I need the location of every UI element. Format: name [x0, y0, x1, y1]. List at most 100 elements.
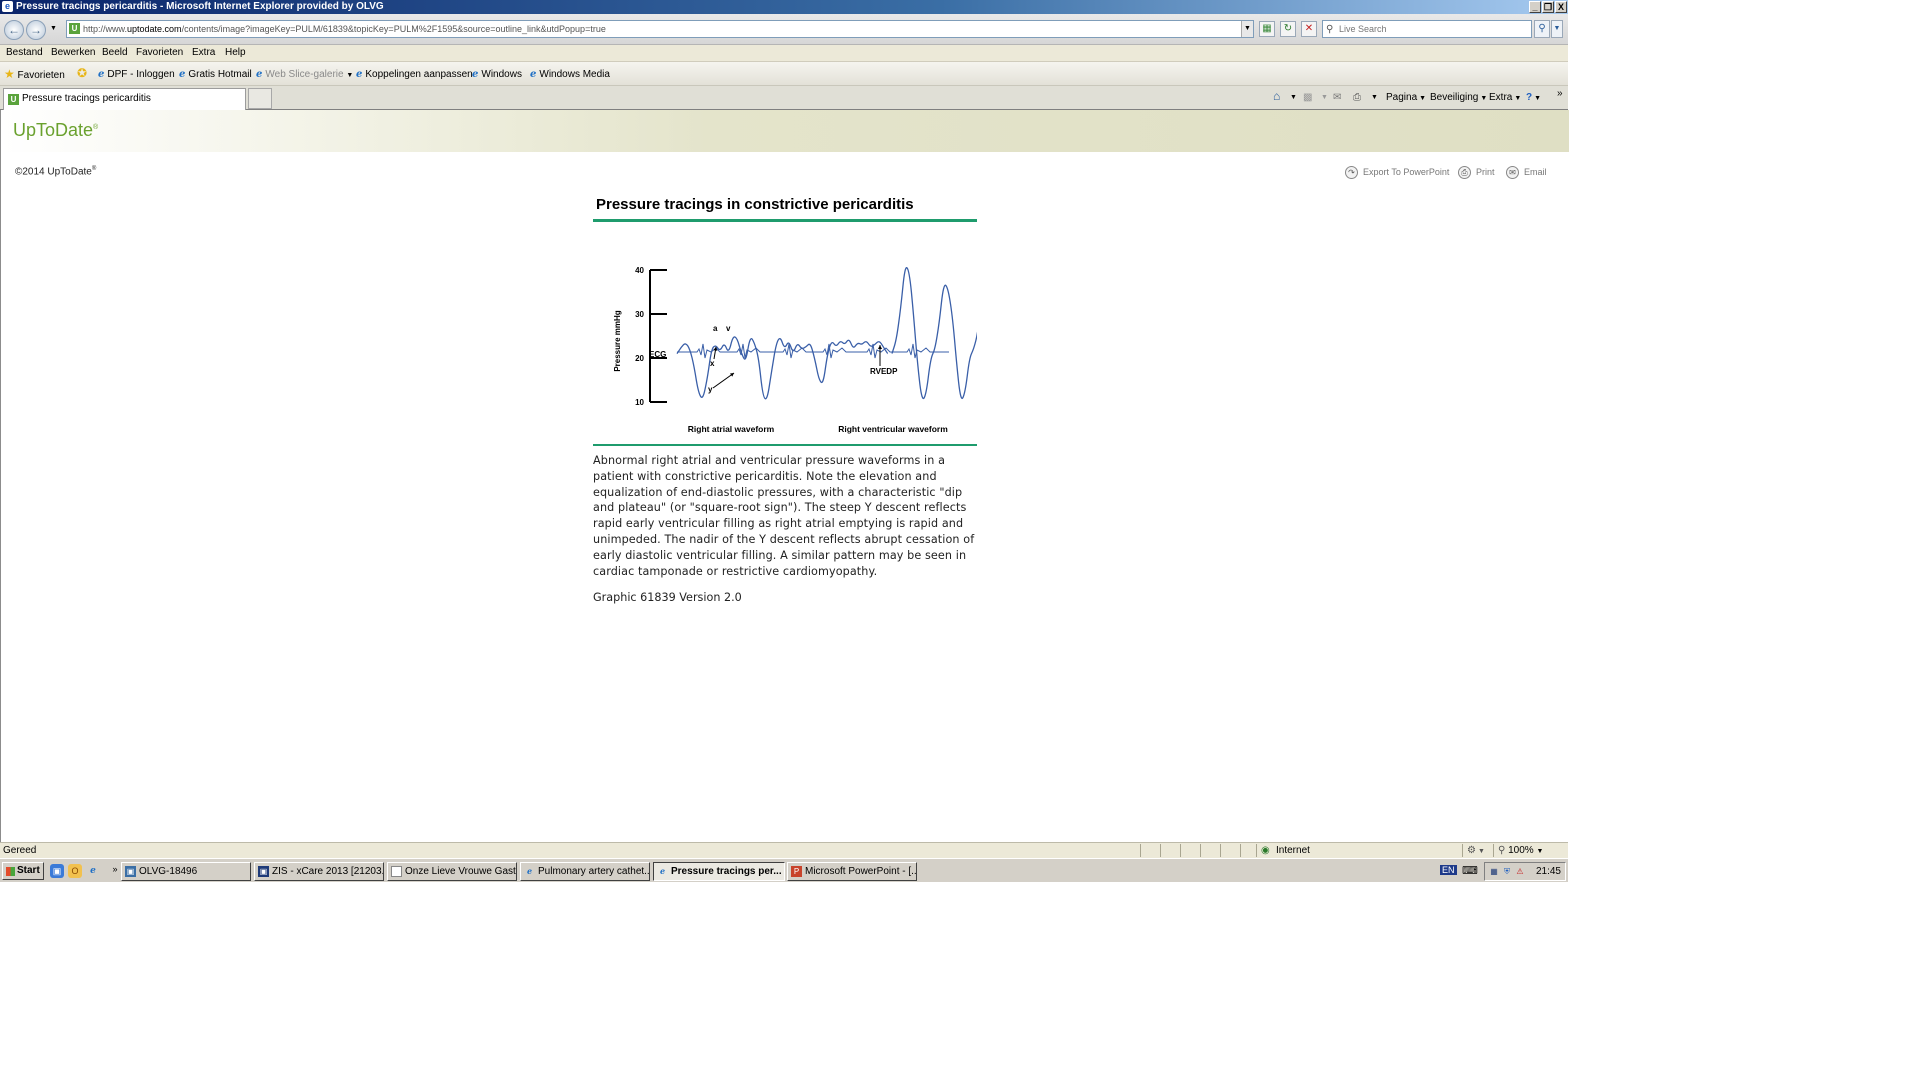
tab-pressure-tracings[interactable]: U Pressure tracings pericarditis [3, 88, 246, 110]
alert-tray-icon[interactable]: ⚠ [1515, 867, 1525, 877]
fav-link-windows-media[interactable]: e Windows Media [530, 69, 610, 80]
search-input[interactable]: ⚲ Live Search [1322, 20, 1532, 38]
zoom-level[interactable]: ⚲ 100% ▼ [1498, 845, 1543, 856]
status-divider [1493, 844, 1494, 857]
clock[interactable]: 21:45 [1536, 866, 1561, 877]
chevron-down-icon: ▼ [1419, 95, 1427, 102]
task-olvg[interactable]: ▣ OLVG-18496 [121, 862, 251, 881]
read-mail-icon[interactable]: ✉ [1333, 92, 1341, 103]
live-search-icon: ⚲ [1326, 24, 1334, 35]
home-dropdown-icon[interactable]: ▼ [1290, 94, 1297, 101]
more-commands-chevron[interactable]: » [1557, 88, 1563, 99]
task-label: ZIS - xCare 2013 [21203... [272, 866, 384, 877]
stop-icon[interactable]: ✕ [1301, 21, 1317, 37]
restore-button[interactable]: ❐ [1542, 1, 1554, 13]
search-placeholder: Live Search [1339, 24, 1387, 34]
uptodate-favicon-icon: U [69, 23, 80, 34]
fav-link-windows[interactable]: e Windows [472, 69, 522, 80]
close-window-button[interactable]: X [1555, 1, 1567, 13]
feeds-dropdown-icon[interactable]: ▼ [1321, 94, 1328, 101]
zoom-text: 100% [1508, 845, 1534, 856]
show-desktop-icon[interactable]: ▣ [50, 864, 64, 878]
status-divider [1256, 844, 1257, 857]
annotation-y: y [708, 385, 713, 394]
new-tab-button[interactable] [248, 88, 272, 109]
y-tick-label: 30 [635, 310, 644, 319]
favorites-button[interactable]: ★ Favorieten [4, 67, 65, 81]
window-title-bar[interactable]: e Pressure tracings pericarditis - Micro… [0, 0, 1568, 14]
taskbar: Start ▣ O e » ▣ OLVG-18496 ▣ ZIS - xCare 2… [0, 858, 1568, 882]
copyright-text: ©2014 UpToDate [15, 166, 92, 178]
print-toolbar-icon[interactable]: ⎙ [1353, 92, 1361, 103]
extra-label: Extra [1489, 92, 1513, 103]
extra-menu[interactable]: Extra ▼ [1489, 92, 1521, 103]
back-button[interactable]: ← [4, 20, 24, 40]
task-label: Microsoft PowerPoint - [... [805, 866, 917, 877]
menu-bar: Bestand Bewerken Beeld Favorieten Extra … [0, 45, 1568, 62]
shield-tray-icon[interactable]: ⛨ [1502, 867, 1512, 877]
fav-web-slice-gallery[interactable]: e Web Slice-galerie ▼ [256, 69, 353, 80]
xcare-app-icon: ▣ [258, 866, 269, 877]
home-icon[interactable]: ⌂ [1273, 89, 1280, 103]
history-dropdown-icon[interactable]: ▼ [50, 25, 57, 32]
help-icon[interactable]: ? ▼ [1526, 92, 1541, 103]
menu-bestand[interactable]: Bestand [6, 47, 43, 58]
quicklaunch-more[interactable]: » [108, 862, 122, 876]
print-link[interactable]: ⎙ Print [1458, 166, 1495, 179]
search-options-icon[interactable]: ▼ [1551, 20, 1563, 38]
export-powerpoint-link[interactable]: ↷ Export To PowerPoint [1345, 166, 1449, 179]
ie-quicklaunch-icon[interactable]: e [86, 864, 100, 878]
security-zone[interactable]: Internet [1276, 845, 1310, 856]
status-bar: Gereed ◉ Internet ⚙ ▼ ⚲ 100% ▼ [0, 842, 1568, 858]
menu-extra[interactable]: Extra [192, 47, 215, 58]
refresh-icon[interactable]: ↻ [1280, 21, 1296, 37]
uptodate-favicon-icon: U [8, 94, 19, 105]
address-dropdown-icon[interactable]: ▼ [1241, 21, 1253, 37]
uptodate-logo[interactable]: UpToDate® [13, 120, 98, 141]
print-dropdown-icon[interactable]: ▼ [1371, 94, 1378, 101]
fav-link-koppelingen[interactable]: e Koppelingen aanpassen [356, 69, 473, 80]
forward-button[interactable]: → [26, 20, 46, 40]
url-domain: uptodate.com [127, 24, 182, 34]
minimize-button[interactable]: _ [1529, 1, 1541, 13]
export-icon: ↷ [1345, 166, 1358, 179]
email-link[interactable]: ✉ Email [1506, 166, 1547, 179]
pagina-menu[interactable]: Pagina ▼ [1386, 92, 1426, 103]
outlook-quicklaunch-icon[interactable]: O [68, 864, 82, 878]
menu-help[interactable]: Help [225, 47, 246, 58]
network-tray-icon[interactable]: ▦ [1489, 867, 1499, 877]
add-favorite-icon[interactable]: ✪ [77, 66, 87, 80]
start-button[interactable]: Start [2, 862, 44, 880]
export-label: Export To PowerPoint [1363, 166, 1450, 177]
address-bar[interactable]: U http://www.uptodate.com/contents/image… [66, 20, 1254, 38]
chevron-down-icon: ▼ [1514, 95, 1522, 102]
task-pressure-tracings[interactable]: e Pressure tracings per... [653, 862, 785, 881]
search-icon: ⚲ [1538, 23, 1546, 34]
print-label: Print [1476, 166, 1495, 177]
menu-beeld[interactable]: Beeld [102, 47, 128, 58]
task-onze-lieve-vrouwe[interactable]: Onze Lieve Vrouwe Gast... [387, 862, 517, 881]
language-indicator[interactable]: EN [1440, 865, 1457, 875]
task-zis-xcare[interactable]: ▣ ZIS - xCare 2013 [21203... [254, 862, 384, 881]
menu-favorieten[interactable]: Favorieten [136, 47, 183, 58]
fav-link-label: DPF - Inloggen [107, 69, 175, 80]
search-button[interactable]: ⚲ [1534, 20, 1550, 38]
keyboard-icon[interactable]: ⌨ [1462, 864, 1478, 877]
powerpoint-icon: P [791, 866, 802, 877]
fav-link-dpf[interactable]: e DPF - Inloggen [98, 69, 175, 80]
menu-bewerken[interactable]: Bewerken [51, 47, 95, 58]
url-prefix: http://www. [83, 24, 128, 34]
feeds-icon[interactable]: ▩ [1303, 92, 1312, 103]
task-pulmonary-artery[interactable]: e Pulmonary artery cathet... [520, 862, 650, 881]
chevron-down-icon: ▼ [1534, 95, 1542, 102]
task-powerpoint[interactable]: P Microsoft PowerPoint - [... [787, 862, 917, 881]
right-ventricular-waveform-line [891, 266, 977, 400]
beveiliging-menu[interactable]: Beveiliging ▼ [1430, 92, 1487, 103]
protected-mode-icon[interactable]: ⚙ ▼ [1467, 845, 1485, 856]
fav-link-hotmail[interactable]: e Gratis Hotmail [179, 69, 252, 80]
compatibility-view-icon[interactable]: ▦ [1259, 21, 1275, 37]
uptodate-header: UpToDate® [1, 110, 1569, 152]
window-title: Pressure tracings pericarditis - Microso… [16, 1, 384, 12]
favorites-star-icon: ★ [4, 67, 15, 81]
ie-page-icon: e [179, 69, 186, 80]
